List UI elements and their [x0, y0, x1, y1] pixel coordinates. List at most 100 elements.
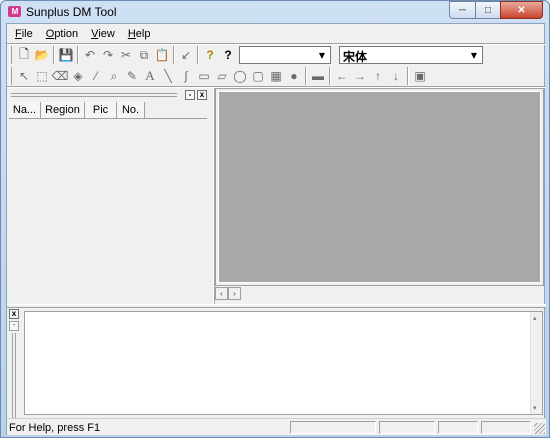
toolbar-separator	[53, 46, 55, 64]
app-icon: M	[8, 6, 21, 17]
curve-tool-icon[interactable]: ∫	[177, 67, 195, 85]
text-tool-icon[interactable]: A	[141, 67, 159, 85]
status-pane-1	[290, 421, 376, 434]
menu-help-label: elp	[135, 28, 151, 40]
toolbar-separator	[173, 46, 175, 64]
rectangle-tool-icon[interactable]: ▭	[195, 67, 213, 85]
menu-option-label: ption	[54, 28, 79, 40]
window-frame: M Sunplus DM Tool ─ □ ✕ File Option View…	[0, 0, 550, 438]
font-combo-value: 宋体	[343, 50, 368, 64]
column-pic[interactable]: Pic	[85, 102, 117, 118]
region-panel: - x Na... Region Pic No.	[7, 88, 211, 306]
save-icon[interactable]: 💾	[57, 46, 75, 64]
redo-icon[interactable]: ↷	[99, 46, 117, 64]
status-bar: For Help, press F1	[7, 418, 546, 435]
client-area: File Option View Help 🗋 📂 💾 ↶ ↷ ✂ ⧉ 📋 ↙ …	[6, 23, 546, 435]
menu-file-label: ile	[21, 28, 33, 40]
maximize-button[interactable]: □	[475, 1, 500, 19]
drawing-canvas[interactable]	[218, 91, 541, 283]
menu-help-mnemonic: H	[127, 28, 136, 40]
export-icon[interactable]: ▣	[411, 67, 429, 85]
rounded-rect-tool-icon[interactable]: ▢	[249, 67, 267, 85]
toolbar-separator	[407, 67, 409, 85]
output-panel[interactable]: ▴ ▾	[24, 311, 543, 415]
drawing-toolbar: ↖ ⬚ ⌫ ◈ ⁄ ⌕ ✎ A ╲ ∫ ▭ ▱ ◯ ▢ ▦ ● ▬ ← → ↑ …	[7, 66, 429, 86]
pencil-icon[interactable]: ✎	[123, 67, 141, 85]
output-vscrollbar[interactable]: ▴ ▾	[530, 312, 542, 414]
close-button[interactable]: ✕	[500, 1, 543, 19]
toolbar-separator	[305, 67, 307, 85]
new-file-icon[interactable]: 🗋	[15, 46, 33, 64]
context-help-icon[interactable]: ?	[219, 46, 237, 64]
canvas-frame	[215, 88, 544, 286]
brush-icon[interactable]: ▬	[309, 67, 327, 85]
column-name[interactable]: Na...	[9, 102, 41, 118]
output-panel-caption: x -	[9, 309, 19, 419]
horizontal-splitter[interactable]	[7, 304, 546, 308]
font-combo[interactable]: 宋体 ▼	[339, 46, 483, 64]
eraser-icon[interactable]: ⌫	[51, 67, 69, 85]
menu-bar: File Option View Help	[7, 26, 155, 44]
column-no[interactable]: No.	[117, 102, 145, 118]
toolbar-separator	[197, 46, 199, 64]
panel-minimize-button[interactable]: -	[185, 90, 195, 100]
region-list[interactable]	[9, 120, 207, 304]
toolbar-separator	[329, 67, 331, 85]
arrow-right-icon[interactable]: →	[351, 67, 369, 85]
output-grip[interactable]	[12, 333, 16, 419]
ellipse-tool-icon[interactable]: ◯	[231, 67, 249, 85]
scroll-up-icon[interactable]: ▴	[533, 314, 537, 322]
menu-help[interactable]: Help	[120, 26, 156, 44]
grid-tool-icon[interactable]: ▦	[267, 67, 285, 85]
title-bar[interactable]: M Sunplus DM Tool ─ □ ✕	[1, 1, 549, 23]
status-pane-4	[481, 421, 531, 434]
panel-close-button[interactable]: x	[197, 90, 207, 100]
status-pane-2	[379, 421, 435, 434]
copy-icon[interactable]: ⧉	[135, 46, 153, 64]
help-icon[interactable]: ?	[201, 46, 219, 64]
paste-icon[interactable]: 📋	[153, 46, 171, 64]
region-list-header: Na... Region Pic No.	[9, 102, 207, 119]
arrow-left-icon[interactable]: ←	[333, 67, 351, 85]
chevron-down-icon[interactable]: ▼	[467, 48, 481, 62]
menu-option[interactable]: Option	[38, 26, 83, 44]
chevron-down-icon[interactable]: ▼	[315, 48, 329, 62]
scroll-down-icon[interactable]: ▾	[533, 404, 537, 412]
arrow-down-icon[interactable]: ↓	[387, 67, 405, 85]
menu-file[interactable]: File	[7, 26, 38, 44]
column-region[interactable]: Region	[41, 102, 85, 118]
resize-grip[interactable]	[534, 423, 545, 434]
select-arrow-icon[interactable]: ↖	[15, 67, 33, 85]
eyedropper-icon[interactable]: ⁄	[87, 67, 105, 85]
cut-icon[interactable]: ✂	[117, 46, 135, 64]
status-text: For Help, press F1	[9, 422, 101, 434]
output-minimize-button[interactable]: -	[9, 321, 19, 331]
scroll-right-icon[interactable]: ›	[228, 287, 241, 300]
open-folder-icon[interactable]: 📂	[33, 46, 51, 64]
menu-view-label: iew	[98, 28, 115, 40]
zoom-icon[interactable]: ⌕	[105, 67, 123, 85]
standard-toolbar: 🗋 📂 💾 ↶ ↷ ✂ ⧉ 📋 ↙ ? ? ▼ 宋体 ▼	[7, 45, 483, 65]
region-panel-caption[interactable]: - x	[9, 90, 209, 100]
minimize-button[interactable]: ─	[449, 1, 475, 19]
menu-view[interactable]: View	[83, 26, 120, 44]
toolbar-grip[interactable]	[9, 67, 12, 85]
caption-buttons: ─ □ ✕	[449, 1, 543, 19]
rect-select-icon[interactable]: ⬚	[33, 67, 51, 85]
output-close-button[interactable]: x	[9, 309, 19, 319]
toolbar-grip[interactable]	[9, 46, 12, 64]
window-title: Sunplus DM Tool	[26, 5, 117, 19]
menu-file-mnemonic: F	[15, 28, 22, 40]
canvas-hscrollbar[interactable]: ‹ ›	[215, 287, 241, 300]
style-combo[interactable]: ▼	[239, 46, 331, 64]
filled-circle-icon[interactable]: ●	[285, 67, 303, 85]
check-icon[interactable]: ↙	[177, 46, 195, 64]
undo-icon[interactable]: ↶	[81, 46, 99, 64]
arrow-up-icon[interactable]: ↑	[369, 67, 387, 85]
scroll-left-icon[interactable]: ‹	[215, 287, 228, 300]
line-tool-icon[interactable]: ╲	[159, 67, 177, 85]
fill-bucket-icon[interactable]: ◈	[69, 67, 87, 85]
polygon-tool-icon[interactable]: ▱	[213, 67, 231, 85]
panel-grip	[11, 93, 177, 97]
status-pane-3	[438, 421, 478, 434]
